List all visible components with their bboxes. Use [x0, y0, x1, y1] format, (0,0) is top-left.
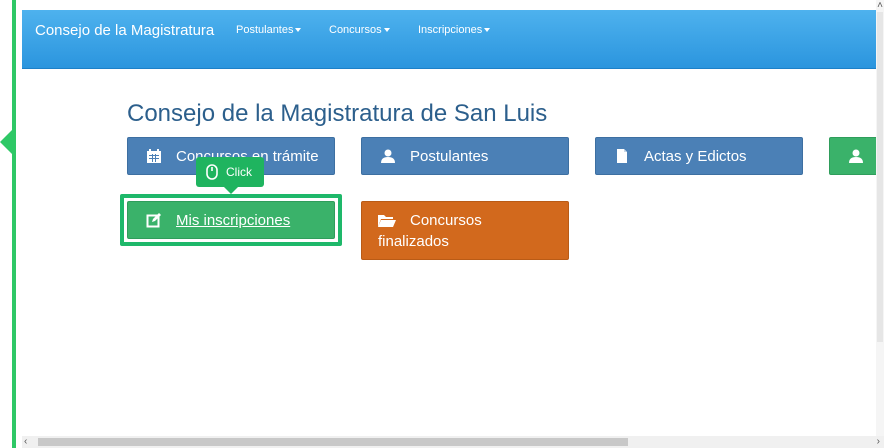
- chevron-down-icon: [383, 28, 390, 33]
- chevron-down-icon: [484, 28, 491, 33]
- concursos-finalizados-label: Concursos: [410, 211, 482, 229]
- actas-edictos-label: Actas y Edictos: [644, 147, 747, 165]
- horizontal-scroll-thumb[interactable]: [38, 438, 628, 446]
- scroll-left-icon[interactable]: ‹: [24, 436, 27, 447]
- admin-user-button[interactable]: [829, 137, 878, 175]
- nav-inscripciones-label: Inscripciones: [418, 24, 483, 36]
- concursos-finalizados-label-2: finalizados: [378, 232, 449, 250]
- nav-concursos-label: Concursos: [329, 24, 382, 36]
- brand-link[interactable]: Consejo de la Magistratura: [35, 22, 214, 39]
- vertical-scroll-thumb[interactable]: [877, 12, 883, 342]
- nav-postulantes[interactable]: Postulantes: [236, 24, 302, 36]
- postulantes-button[interactable]: Postulantes: [361, 137, 569, 175]
- click-tooltip: Click: [196, 157, 264, 194]
- concursos-finalizados-button[interactable]: Concursos finalizados: [361, 201, 569, 260]
- user-icon: [381, 149, 395, 163]
- postulantes-label: Postulantes: [410, 147, 489, 165]
- navbar: Consejo de la Magistratura Postulantes C…: [22, 10, 878, 69]
- tooltip-label: Click: [226, 165, 252, 179]
- actas-edictos-button[interactable]: Actas y Edictos: [595, 137, 803, 175]
- calendar-icon: [147, 149, 161, 163]
- file-icon: [617, 149, 627, 163]
- mouse-icon: [206, 164, 218, 180]
- left-rail: [12, 0, 16, 448]
- nav-inscripciones[interactable]: Inscripciones: [418, 24, 491, 36]
- nav-concursos[interactable]: Concursos: [329, 24, 390, 36]
- folder-open-icon: [378, 215, 396, 227]
- chevron-down-icon: [295, 28, 302, 33]
- concursos-finalizados-row: Concursos: [378, 212, 482, 229]
- page-title: Consejo de la Magistratura de San Luis: [127, 100, 548, 127]
- nav-postulantes-label: Postulantes: [236, 24, 294, 36]
- click-highlight: [120, 194, 342, 246]
- user-icon: [849, 149, 863, 163]
- scroll-right-icon[interactable]: ›: [877, 436, 880, 447]
- scroll-up-icon[interactable]: ˄: [877, 0, 883, 11]
- rail-arrow-icon: [0, 128, 14, 156]
